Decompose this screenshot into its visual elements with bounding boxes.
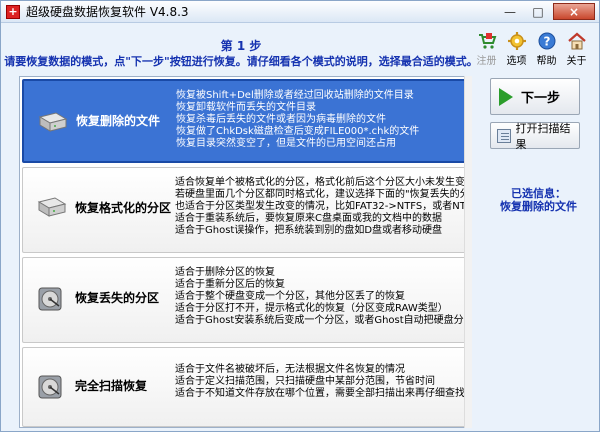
options-button[interactable]: 选项 [504,31,529,67]
mode-item-full-scan[interactable]: 完全扫描恢复 适合于文件名被破坏后，无法根据文件名恢复的情况 适合于定义扫描范围… [22,347,470,427]
about-label: 关于 [566,56,587,67]
mode-item-recover-formatted[interactable]: 恢复格式化的分区 适合恢复单个被格式化的分区，格式化前后这个分区大小未发生变化 … [22,167,470,253]
window-controls: — □ × [497,3,595,20]
mode-line: 恢复被Shift+Del删除或者经过回收站删除的文件目录 [176,90,414,101]
mode-line: 适合于整个硬盘变成一个分区，其他分区丢了的恢复 [175,291,405,302]
mode-item-recover-deleted[interactable]: 恢复删除的文件 恢复被Shift+Del删除或者经过回收站删除的文件目录 恢复卸… [22,79,467,163]
home-icon [567,31,587,51]
mode-title: 恢复删除的文件 [76,114,161,128]
open-scan-result-button[interactable]: 打开扫描结果 [490,121,580,151]
title-bar[interactable]: + 超级硬盘数据恢复软件 V4.8.3 — □ × [1,1,599,23]
mode-line: 恢复做了ChkDsk磁盘检查后变成FILE000*.chk的文件 [176,126,420,137]
mode-title: 恢复格式化的分区 [75,201,172,215]
document-icon [497,128,511,143]
arrow-right-icon [499,87,513,106]
mode-line: 适合于Ghost安装系统后变成一个分区，或者Ghost自动把硬盘分成几个分 [175,315,469,326]
help-label: 帮助 [536,56,557,67]
maximize-button[interactable]: □ [525,3,551,20]
open-scan-result-label: 打开扫描结果 [515,121,571,151]
register-button[interactable]: 注册 [474,31,499,67]
about-button[interactable]: 关于 [564,31,589,67]
top-toolbar: 注册 选项 ? 帮助 关于 [474,31,589,67]
mode-description: 适合恢复单个被格式化的分区，格式化前后这个分区大小未发生变化 若硬盘里面几个分区… [175,177,470,237]
step-header: 第 1 步 请要恢复数据的模式，点"下一步"按钮进行恢复。请仔细看各个模式的说明… [1,24,599,70]
mode-line: 若硬盘里面几个分区都同时格式化，建议选择下面的"恢复丢失的分区" [175,189,470,200]
disk-lost-icon [35,286,67,312]
next-button-label: 下一步 [521,91,561,106]
step-title: 第 1 步 [220,39,262,53]
mode-line: 适合于重装系统后，要恢复原来C盘桌面或我的文档中的数据 [175,213,442,224]
drive-icon [36,109,68,135]
register-label: 注册 [476,56,497,67]
mode-line: 适合于不知道文件存放在哪个位置，需要全部扫描出来再仔细查找文件 [175,388,470,399]
app-icon: + [6,4,20,19]
close-button[interactable]: × [553,3,595,20]
help-icon: ? [537,31,557,51]
selection-info: 已选信息： 恢复删除的文件 [481,187,596,213]
mode-line: 恢复卸载软件而丢失的文件目录 [176,102,316,113]
mode-line: 适合于文件名被破坏后，无法根据文件名恢复的情况 [175,364,405,375]
mode-line: 适合于Ghost误操作，把系统装到别的盘如D盘或者移动硬盘 [175,225,443,236]
mode-line: 适合于重新分区后的恢复 [175,279,285,290]
mode-line: 适合于删除分区的恢复 [175,267,275,278]
mode-line: 适合恢复单个被格式化的分区，格式化前后这个分区大小未发生变化 [175,177,470,188]
cart-icon [477,31,497,51]
mode-line: 也适合于分区类型发生改变的情况，比如FAT32->NTFS，或者NTFS->FA… [175,201,469,212]
svg-text:?: ? [543,35,550,49]
minimize-button[interactable]: — [497,3,523,20]
disk-scan-icon [35,374,67,400]
mode-title: 完全扫描恢复 [75,379,148,393]
mode-description: 适合于文件名被破坏后，无法根据文件名恢复的情况 适合于定义扫描范围，只扫描硬盘中… [175,364,470,400]
mode-item-recover-lost-partition[interactable]: 恢复丢失的分区 适合于删除分区的恢复 适合于重新分区后的恢复 适合于整个硬盘变成… [22,257,469,343]
gear-icon [507,31,527,51]
mode-description: 恢复被Shift+Del删除或者经过回收站删除的文件目录 恢复卸载软件而丢失的文… [176,90,419,150]
options-label: 选项 [506,56,527,67]
mode-line: 适合于分区打不开，提示格式化的恢复（分区变成RAW类型） [175,303,448,314]
mode-title: 恢复丢失的分区 [75,291,160,305]
selection-info-label: 已选信息： [511,187,566,200]
selection-info-value: 恢复删除的文件 [500,200,577,213]
mode-line: 恢复目录突然变空了，但是文件的已用空间还占用 [176,138,396,149]
vertical-scrollbar[interactable] [464,76,472,428]
step-description: 请要恢复数据的模式，点"下一步"按钮进行恢复。请仔细看各个模式的说明，选择最合适… [4,55,478,68]
mode-description: 适合于删除分区的恢复 适合于重新分区后的恢复 适合于整个硬盘变成一个分区，其他分… [175,267,469,327]
next-button[interactable]: 下一步 [490,78,580,115]
mode-list: 恢复删除的文件 恢复被Shift+Del删除或者经过回收站删除的文件目录 恢复卸… [19,76,470,428]
window-title: 超级硬盘数据恢复软件 V4.8.3 [26,5,189,19]
mode-line: 恢复杀毒后丢失的文件或者因为病毒删除的文件 [176,114,386,125]
app-window: + 超级硬盘数据恢复软件 V4.8.3 — □ × 第 1 步 请要恢复数据的模… [0,0,600,432]
drive-icon [35,194,67,220]
help-button[interactable]: ? 帮助 [534,31,559,67]
mode-line: 适合于定义扫描范围，只扫描硬盘中某部分范围，节省时间 [175,376,435,387]
